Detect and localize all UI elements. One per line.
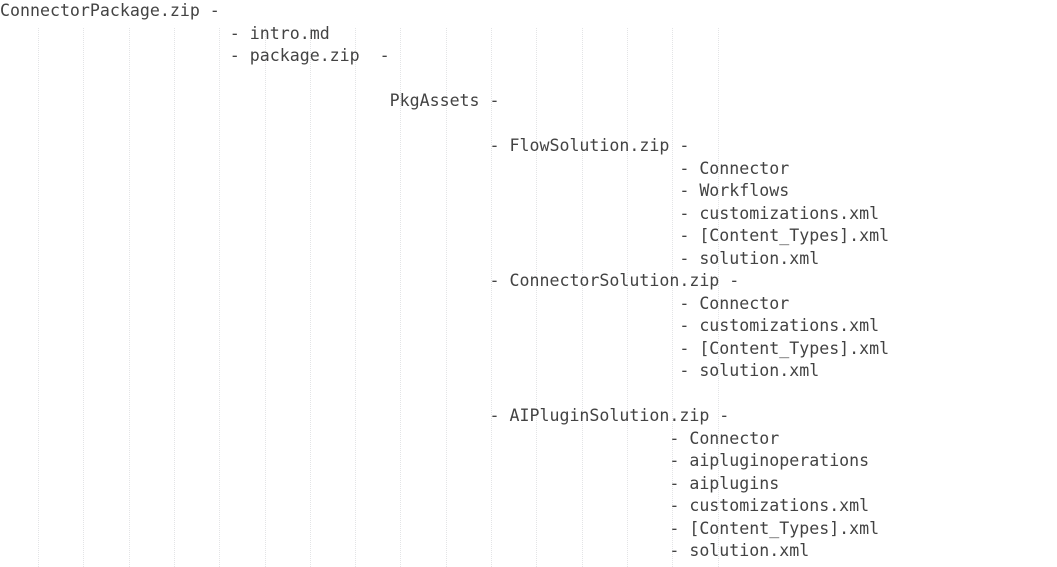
line-aipluginsolution-zip: - AIPluginSolution.zip -: [0, 406, 730, 425]
line-pkgassets: PkgAssets -: [0, 91, 500, 110]
line-ai-aipluginoperations: - aipluginoperations: [0, 451, 870, 470]
line-ai-solution-xml: - solution.xml: [0, 541, 810, 560]
line-conn-customizations: - customizations.xml: [0, 316, 880, 335]
line-flow-content-types: - [Content_Types].xml: [0, 226, 890, 245]
line-conn-solution-xml: - solution.xml: [0, 361, 820, 380]
line-blank-2: [0, 113, 1057, 136]
line-intro-md: - intro.md: [0, 23, 330, 43]
line-flow-customizations: - customizations.xml: [0, 203, 880, 223]
line-ai-aiplugins: - aiplugins: [0, 473, 780, 493]
ascii-tree-text: ConnectorPackage.zip - - intro.md - pack…: [0, 0, 1057, 567]
line-ai-connector: - Connector: [0, 428, 780, 448]
line-root: ConnectorPackage.zip -: [0, 1, 220, 20]
line-ai-customizations: - customizations.xml: [0, 496, 870, 515]
line-flow-solution-xml: - solution.xml: [0, 248, 820, 268]
line-flow-connector: - Connector: [0, 158, 790, 178]
line-flowsolution-zip: - FlowSolution.zip -: [0, 136, 690, 155]
line-flow-workflows: - Workflows: [0, 181, 790, 200]
line-package-zip: - package.zip -: [0, 46, 390, 65]
line-conn-connector: - Connector: [0, 293, 790, 313]
file-tree-diagram: ConnectorPackage.zip - - intro.md - pack…: [0, 0, 1057, 567]
line-blank-3: [0, 383, 1057, 406]
line-connectorsolution-zip: - ConnectorSolution.zip -: [0, 271, 740, 290]
line-conn-content-types: - [Content_Types].xml: [0, 338, 890, 358]
line-ai-content-types: - [Content_Types].xml: [0, 518, 880, 538]
line-blank-1: [0, 68, 1057, 91]
